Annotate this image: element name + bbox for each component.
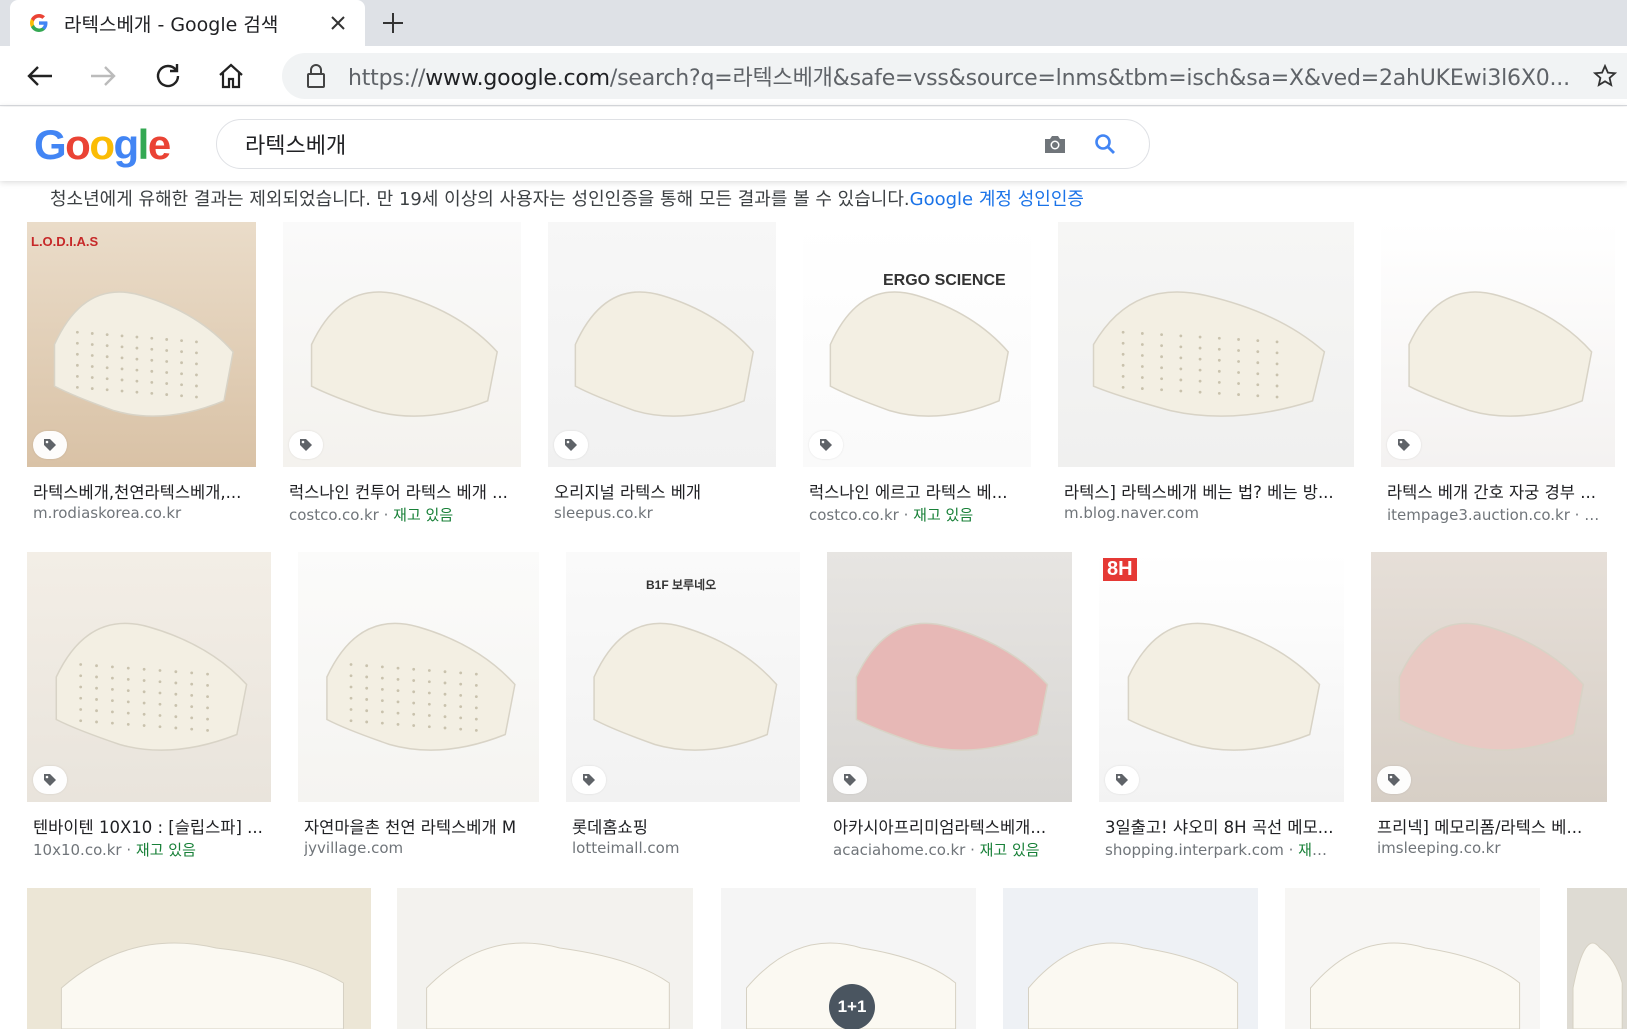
thumbnail-overlay-text: B1F 보루네오 xyxy=(646,578,717,592)
home-icon[interactable] xyxy=(213,58,249,94)
logo-letter: G xyxy=(34,121,67,168)
result-thumbnail[interactable] xyxy=(283,222,521,467)
thumbnail-overlay-text: L.O.D.I.A.S xyxy=(31,234,99,249)
result-thumbnail[interactable] xyxy=(397,888,693,1029)
result-domain[interactable]: acaciahome.co.kr · 재고 있음 xyxy=(833,839,1068,860)
result-title[interactable]: 자연마을촌 천연 라텍스베개 M xyxy=(304,814,535,838)
product-tag-icon[interactable] xyxy=(554,431,588,459)
result-title[interactable]: 롯데홈쇼핑 xyxy=(572,814,796,838)
result-thumbnail[interactable]: 8H xyxy=(1099,552,1344,802)
result-thumbnail[interactable] xyxy=(27,552,271,802)
result-domain[interactable]: lotteimall.com xyxy=(572,839,796,857)
logo-letter: o xyxy=(65,121,91,168)
result-title[interactable]: 라텍스] 라텍스베개 베는 법? 베는 방... xyxy=(1064,479,1350,503)
product-tag-icon[interactable] xyxy=(809,431,843,459)
address-bar[interactable]: https://www.google.com/search?q=라텍스베개&sa… xyxy=(282,53,1627,99)
result-thumbnail[interactable]: L.O.D.I.A.S xyxy=(27,222,256,467)
search-input[interactable] xyxy=(245,131,1035,157)
google-favicon-icon xyxy=(28,12,50,34)
result-thumbnail[interactable] xyxy=(1058,222,1354,467)
result-thumbnail[interactable]: 1+1 xyxy=(721,888,976,1029)
result-domain[interactable]: 10x10.co.kr · 재고 있음 xyxy=(33,839,267,860)
lock-icon[interactable] xyxy=(304,64,328,88)
result-domain[interactable]: jyvillage.com xyxy=(304,839,535,857)
stock-status: 재고 있음 xyxy=(135,841,196,859)
result-domain[interactable]: itempage3.auction.co.kr · 재고... xyxy=(1387,504,1611,525)
stock-status: 재고 있음 xyxy=(913,506,974,524)
search-icon[interactable] xyxy=(1085,124,1125,164)
result-domain[interactable]: costco.co.kr · 재고 있음 xyxy=(809,504,1027,525)
result-thumbnail[interactable] xyxy=(1567,888,1627,1029)
result-title[interactable]: 오리지널 라텍스 베개 xyxy=(554,479,772,503)
logo-letter: o xyxy=(89,121,115,168)
bookmark-star-icon[interactable] xyxy=(1585,56,1625,96)
stock-status: 재고 있음 xyxy=(393,506,454,524)
google-header: Google xyxy=(0,107,1627,181)
thumbnail-overlay-text: ERGO SCIENCE xyxy=(883,272,1006,289)
result-thumbnail[interactable]: ERGO SCIENCE xyxy=(803,222,1031,467)
logo-letter: g xyxy=(113,121,139,168)
browser-toolbar: https://www.google.com/search?q=라텍스베개&sa… xyxy=(0,46,1627,106)
product-tag-icon[interactable] xyxy=(572,766,606,794)
result-domain[interactable]: m.rodiaskorea.co.kr xyxy=(33,504,252,522)
result-title[interactable]: 3일출고! 샤오미 8H 곡선 메모... xyxy=(1105,814,1340,838)
result-thumbnail[interactable] xyxy=(1003,888,1258,1029)
result-domain[interactable]: costco.co.kr · 재고 있음 xyxy=(289,504,517,525)
logo-letter: e xyxy=(147,121,171,168)
result-thumbnail[interactable] xyxy=(827,552,1072,802)
result-thumbnail[interactable] xyxy=(1285,888,1540,1029)
result-thumbnail[interactable] xyxy=(548,222,776,467)
back-arrow-icon[interactable] xyxy=(22,58,58,94)
close-tab-icon[interactable] xyxy=(325,10,351,36)
url-text[interactable]: https://www.google.com/search?q=라텍스베개&sa… xyxy=(348,60,1585,92)
product-tag-icon[interactable] xyxy=(833,766,867,794)
result-domain[interactable]: shopping.interpark.com · 재고 ... xyxy=(1105,839,1340,860)
product-tag-icon[interactable] xyxy=(289,431,323,459)
product-tag-icon[interactable] xyxy=(33,766,67,794)
result-domain[interactable]: sleepus.co.kr xyxy=(554,504,772,522)
result-title[interactable]: 럭스나인 에르고 라텍스 베... xyxy=(809,479,1027,503)
tab-strip: 라텍스베개 - Google 검색 xyxy=(0,0,1627,46)
result-title[interactable]: 텐바이텐 10X10 : [슬립스파] ... xyxy=(33,814,267,838)
result-title[interactable]: 라텍스 베개 간호 자궁 경부 ... xyxy=(1387,479,1611,503)
result-thumbnail[interactable] xyxy=(1371,552,1607,802)
new-tab-icon[interactable] xyxy=(378,8,408,38)
thumbnail-overlay-text: 8H xyxy=(1103,558,1137,581)
product-tag-icon[interactable] xyxy=(33,431,67,459)
stock-status: 재고 ... xyxy=(1298,841,1340,859)
adult-verification-link[interactable]: Google 계정 성인인증 xyxy=(910,189,1084,210)
result-title[interactable]: 라텍스베개,천연라텍스베개,... xyxy=(33,479,252,503)
result-thumbnail[interactable] xyxy=(1381,222,1615,467)
reload-icon[interactable] xyxy=(150,58,186,94)
stock-status: 재고 있음 xyxy=(979,841,1040,859)
google-logo[interactable]: Google xyxy=(34,121,171,169)
tab-title: 라텍스베개 - Google 검색 xyxy=(64,13,279,36)
search-box[interactable] xyxy=(216,119,1150,169)
product-tag-icon[interactable] xyxy=(1377,766,1411,794)
result-domain[interactable]: m.blog.naver.com xyxy=(1064,504,1350,522)
safesearch-notice: 청소년에게 유해한 결과는 제외되었습니다. 만 19세 이상의 사용자는 성인… xyxy=(50,189,1084,210)
result-title[interactable]: 럭스나인 컨투어 라텍스 베개 ... xyxy=(289,479,517,503)
result-thumbnail[interactable] xyxy=(298,552,539,802)
logo-letter: l xyxy=(137,121,150,168)
result-thumbnail[interactable]: B1F 보루네오 xyxy=(566,552,800,802)
result-title[interactable]: 아카시아프리미엄라텍스베개... xyxy=(833,814,1068,838)
product-tag-icon[interactable] xyxy=(1387,431,1421,459)
browser-tab[interactable]: 라텍스베개 - Google 검색 xyxy=(10,0,365,46)
result-title[interactable]: 프리넥] 메모리폼/라텍스 베... xyxy=(1377,814,1603,838)
camera-icon[interactable] xyxy=(1035,124,1075,164)
forward-arrow-icon[interactable] xyxy=(85,58,121,94)
bundle-badge: 1+1 xyxy=(829,984,875,1029)
product-tag-icon[interactable] xyxy=(1105,766,1139,794)
result-thumbnail[interactable] xyxy=(27,888,371,1029)
result-domain[interactable]: imsleeping.co.kr xyxy=(1377,839,1603,857)
